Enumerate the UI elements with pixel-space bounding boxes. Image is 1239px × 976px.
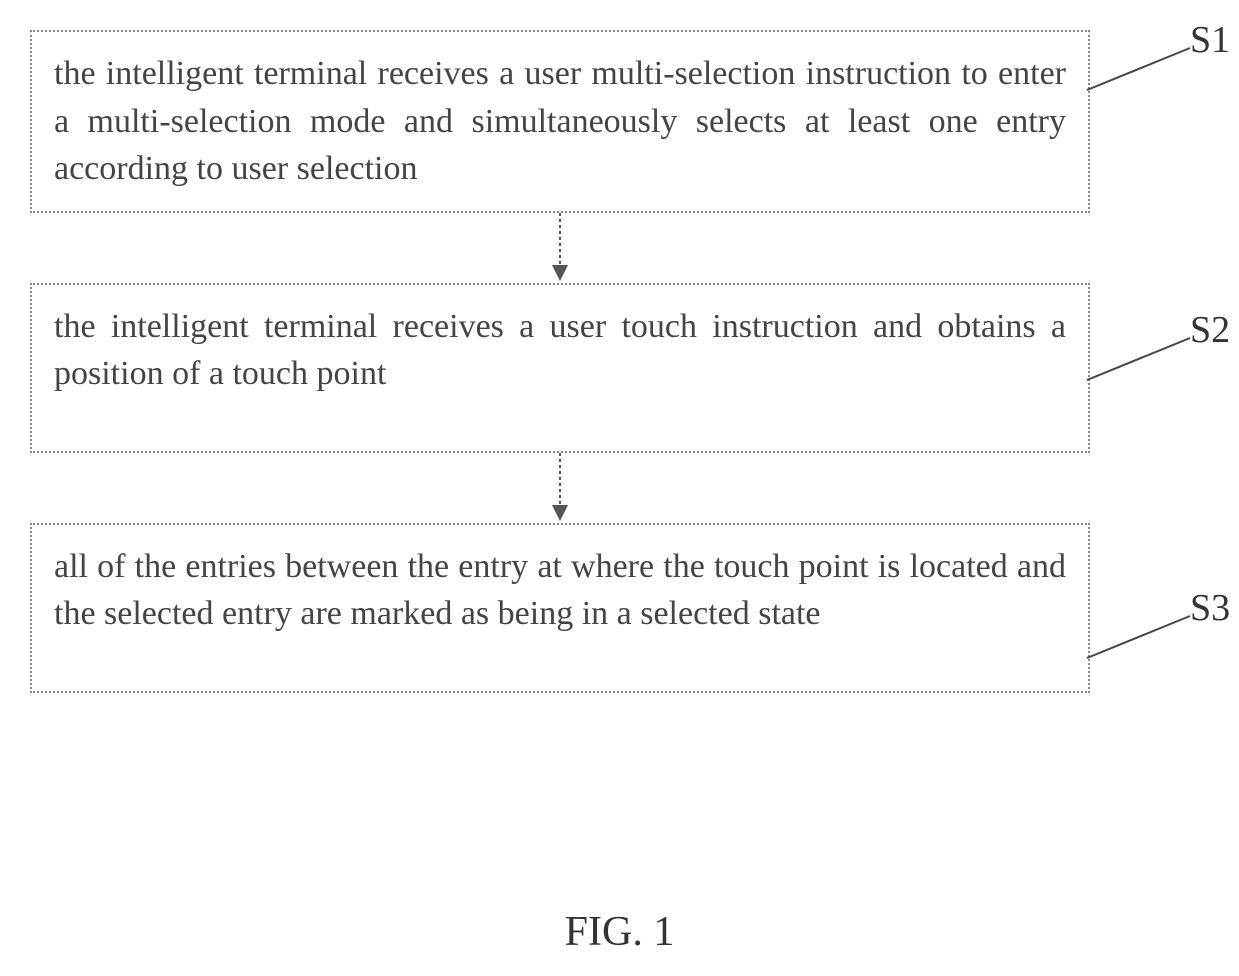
- flowchart-container: the intelligent terminal receives a user…: [30, 30, 1090, 693]
- flow-step-s3: all of the entries between the entry at …: [30, 523, 1090, 693]
- leader-line-s1: [1085, 40, 1205, 100]
- flow-step-s2-text: the intelligent terminal receives a user…: [54, 308, 1066, 393]
- leader-line-s3: [1085, 608, 1205, 668]
- down-arrow-icon: [540, 213, 580, 283]
- arrow-s1-to-s2: [30, 213, 1090, 283]
- leader-line-s2: [1085, 330, 1205, 390]
- step-label-s2: S2: [1190, 308, 1230, 352]
- step-label-s3: S3: [1190, 586, 1230, 630]
- flow-step-s3-text: all of the entries between the entry at …: [54, 548, 1066, 633]
- flow-step-s2: the intelligent terminal receives a user…: [30, 283, 1090, 453]
- flow-step-s1: the intelligent terminal receives a user…: [30, 30, 1090, 213]
- flow-step-s1-text: the intelligent terminal receives a user…: [54, 55, 1066, 187]
- down-arrow-icon: [540, 453, 580, 523]
- arrow-s2-to-s3: [30, 453, 1090, 523]
- figure-caption: FIG. 1: [0, 908, 1239, 956]
- step-label-s1: S1: [1190, 18, 1230, 62]
